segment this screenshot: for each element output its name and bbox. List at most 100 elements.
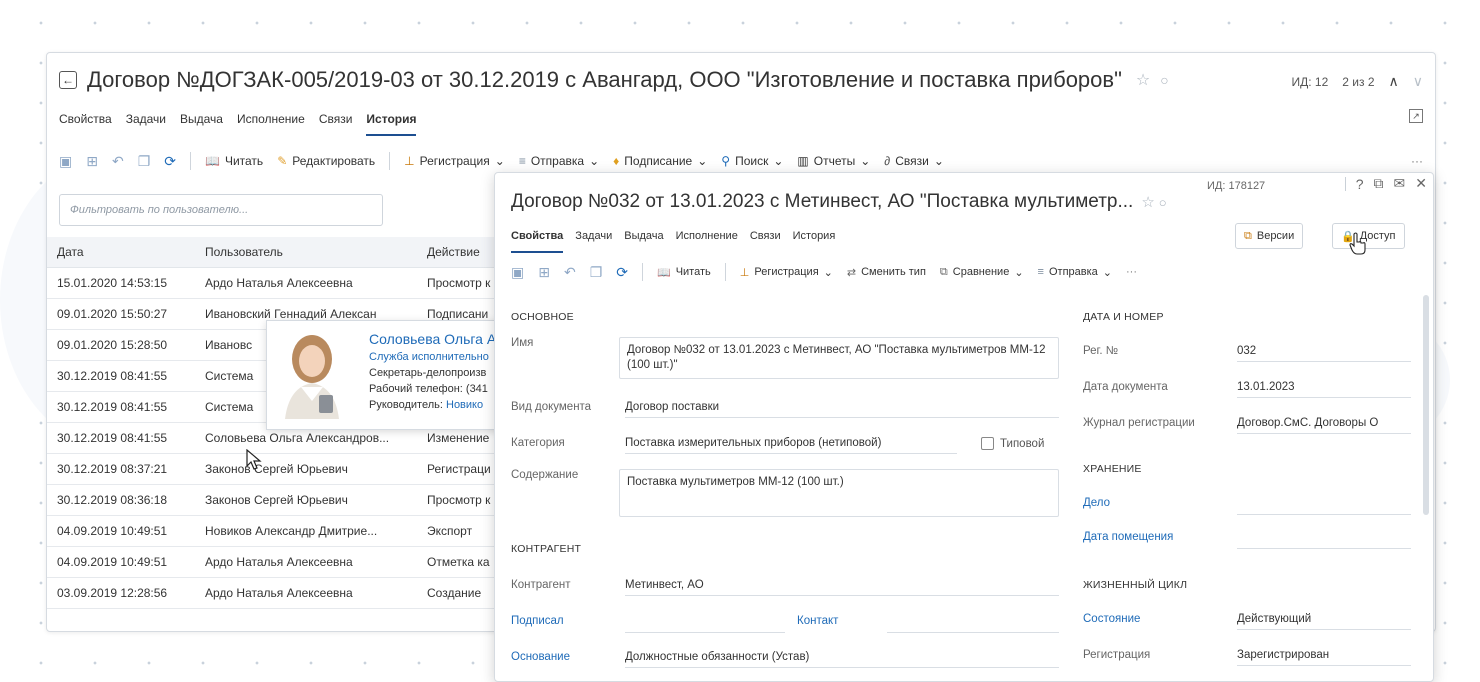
send-button[interactable]: ≡ Отправка ⌄ [519,154,599,168]
search-button[interactable]: ⚲ Поиск ⌄ [721,154,783,168]
typical-checkbox[interactable]: Типовой [981,437,1044,450]
counterparty-field[interactable]: Метинвест, АО [625,579,1059,596]
reports-button[interactable]: ▥ Отчеты ⌄ [797,154,870,168]
read-button[interactable]: 📖 Читать [205,154,263,168]
access-button[interactable]: 🔒 Доступ [1332,223,1405,249]
tab-issue[interactable]: Выдача [624,230,663,253]
table-row[interactable]: 03.09.2019 12:28:56 Ардо Наталья Алексеев… [47,577,517,609]
sign-button[interactable]: ♦ Подписание ⌄ [613,154,707,168]
state-link[interactable]: Состояние [1083,613,1140,625]
copy-icon[interactable]: ❐ [138,153,151,170]
table-row[interactable]: 04.09.2019 10:49:51 Ардо Наталья Алексеев… [47,546,517,578]
user-filter-input[interactable]: Фильтровать по пользователю... [59,194,383,226]
change-type-button[interactable]: ⇄ Сменить тип [847,266,926,279]
chevron-down-icon: ⌄ [773,154,784,168]
compare-button[interactable]: ⧉ Сравнение ⌄ [940,266,1024,279]
cell-date: 09.01.2020 15:50:27 [47,298,195,330]
chevron-down-icon[interactable]: ∨ [1413,73,1423,90]
name-field[interactable]: Договор №032 от 13.01.2023 с Метинвест, … [619,337,1059,379]
regno-field[interactable]: 032 [1237,345,1411,362]
edit-button[interactable]: ✎ Редактировать [277,154,375,168]
document-id: ИД: 178127 [1207,180,1266,192]
tab-execution[interactable]: Исполнение [676,230,738,253]
journal-field[interactable]: Договор.СмС. Договоры О [1237,417,1411,434]
signed-by-link[interactable]: Подписал [511,615,564,627]
case-field[interactable] [1237,497,1411,515]
scrollbar[interactable] [1423,295,1429,515]
back-arrow-icon[interactable]: ← [59,71,77,89]
cell-date: 30.12.2019 08:37:21 [47,453,195,485]
tab-issue[interactable]: Выдача [180,112,223,136]
refresh-icon[interactable]: ⟳ [164,153,176,170]
tab-properties[interactable]: Свойства [511,230,564,253]
copy-icon[interactable]: ❐ [590,264,603,281]
user-department-link[interactable]: Служба исполнительно [369,349,504,365]
refresh-icon[interactable]: ⟳ [616,264,628,281]
record-id: ИД: 12 [1291,74,1329,89]
signed-by-field[interactable] [625,615,785,633]
user-name-link[interactable]: Соловьева Ольга Ал [369,331,504,347]
column-date[interactable]: Дата [47,237,195,268]
table-row[interactable]: 15.01.2020 14:53:15 Ардо Наталья Алексеев… [47,267,517,299]
toolbar-divider [389,152,391,170]
contact-field[interactable] [887,615,1059,633]
cell-user: Ардо Наталья Алексеевна [195,577,417,609]
open-new-window-icon[interactable]: ⧉ [1374,175,1384,192]
undo-icon[interactable]: ↶ [564,264,576,281]
star-icon[interactable]: ☆ [1136,70,1150,90]
category-field[interactable]: Поставка измерительных приборов (нетипов… [625,437,957,454]
more-icon[interactable]: ··· [1126,266,1137,278]
placement-date-field[interactable] [1237,531,1411,549]
journal-label: Журнал регистрации [1083,417,1195,429]
doctype-field[interactable]: Договор поставки [625,401,1059,418]
tab-links[interactable]: Связи [750,230,781,253]
content-field[interactable]: Поставка мультиметров ММ-12 (100 шт.) [619,469,1059,517]
read-button[interactable]: 📖 Читать [657,266,711,279]
section-storage: ХРАНЕНИЕ [1083,463,1142,475]
save-icon[interactable]: ▣ [511,264,524,281]
tab-tasks[interactable]: Задачи [126,112,166,136]
basis-field[interactable]: Должностные обязанности (Устав) [625,651,1059,668]
mail-icon[interactable]: ✉ [1394,175,1406,192]
manager-link[interactable]: Новико [446,399,483,411]
case-link[interactable]: Дело [1083,497,1110,509]
basis-link[interactable]: Основание [511,651,570,663]
registration-button[interactable]: ⊥ Регистрация ⌄ [404,154,505,168]
window-nav: ИД: 12 2 из 2 ∧ ∨ [1291,73,1423,90]
save-icon[interactable]: ▣ [59,153,72,170]
contact-link[interactable]: Контакт [797,615,838,627]
save-close-icon[interactable]: ⊞ [538,264,550,281]
tab-history[interactable]: История [793,230,836,253]
registration-field[interactable]: Зарегистрирован [1237,649,1411,666]
chevron-up-icon[interactable]: ∧ [1389,73,1399,90]
docdate-field[interactable]: 13.01.2023 [1237,381,1411,398]
chevron-down-icon: ⌄ [933,154,944,168]
versions-button[interactable]: ⧉ Версии [1235,223,1304,249]
regno-label: Рег. № [1083,345,1119,357]
expand-icon[interactable]: ↗ [1409,109,1423,123]
star-icon[interactable]: ☆ [1141,194,1154,211]
tab-execution[interactable]: Исполнение [237,112,305,136]
column-user[interactable]: Пользователь [195,237,417,268]
more-icon[interactable]: ··· [1411,154,1423,168]
table-row[interactable]: 30.12.2019 08:36:18 Законов Сергей Юрьеви… [47,484,517,516]
placement-date-link[interactable]: Дата помещения [1083,531,1173,543]
table-row[interactable]: 04.09.2019 10:49:51 Новиков Александр Дми… [47,515,517,547]
tab-tasks[interactable]: Задачи [575,230,612,253]
close-icon[interactable]: ✕ [1415,175,1427,192]
send-button[interactable]: ≡ Отправка ⌄ [1038,266,1112,279]
save-close-icon[interactable]: ⊞ [86,153,98,170]
links-button[interactable]: ∂ Связи ⌄ [884,154,944,168]
table-header: Дата Пользователь Действие [47,237,517,268]
state-field[interactable]: Действующий [1237,613,1411,630]
cell-user: Новиков Александр Дмитрие... [195,515,417,547]
tab-properties[interactable]: Свойства [59,112,112,136]
registration-button[interactable]: ⊥ Регистрация ⌄ [740,266,833,279]
tab-history[interactable]: История [366,112,417,136]
table-row[interactable]: 30.12.2019 08:37:21 Законов Сергей Юрьеви… [47,453,517,485]
undo-icon[interactable]: ↶ [112,153,124,170]
toolbar-divider [724,263,726,281]
help-icon[interactable]: ? [1356,176,1364,192]
content-label: Содержание [511,469,579,481]
tab-links[interactable]: Связи [319,112,353,136]
